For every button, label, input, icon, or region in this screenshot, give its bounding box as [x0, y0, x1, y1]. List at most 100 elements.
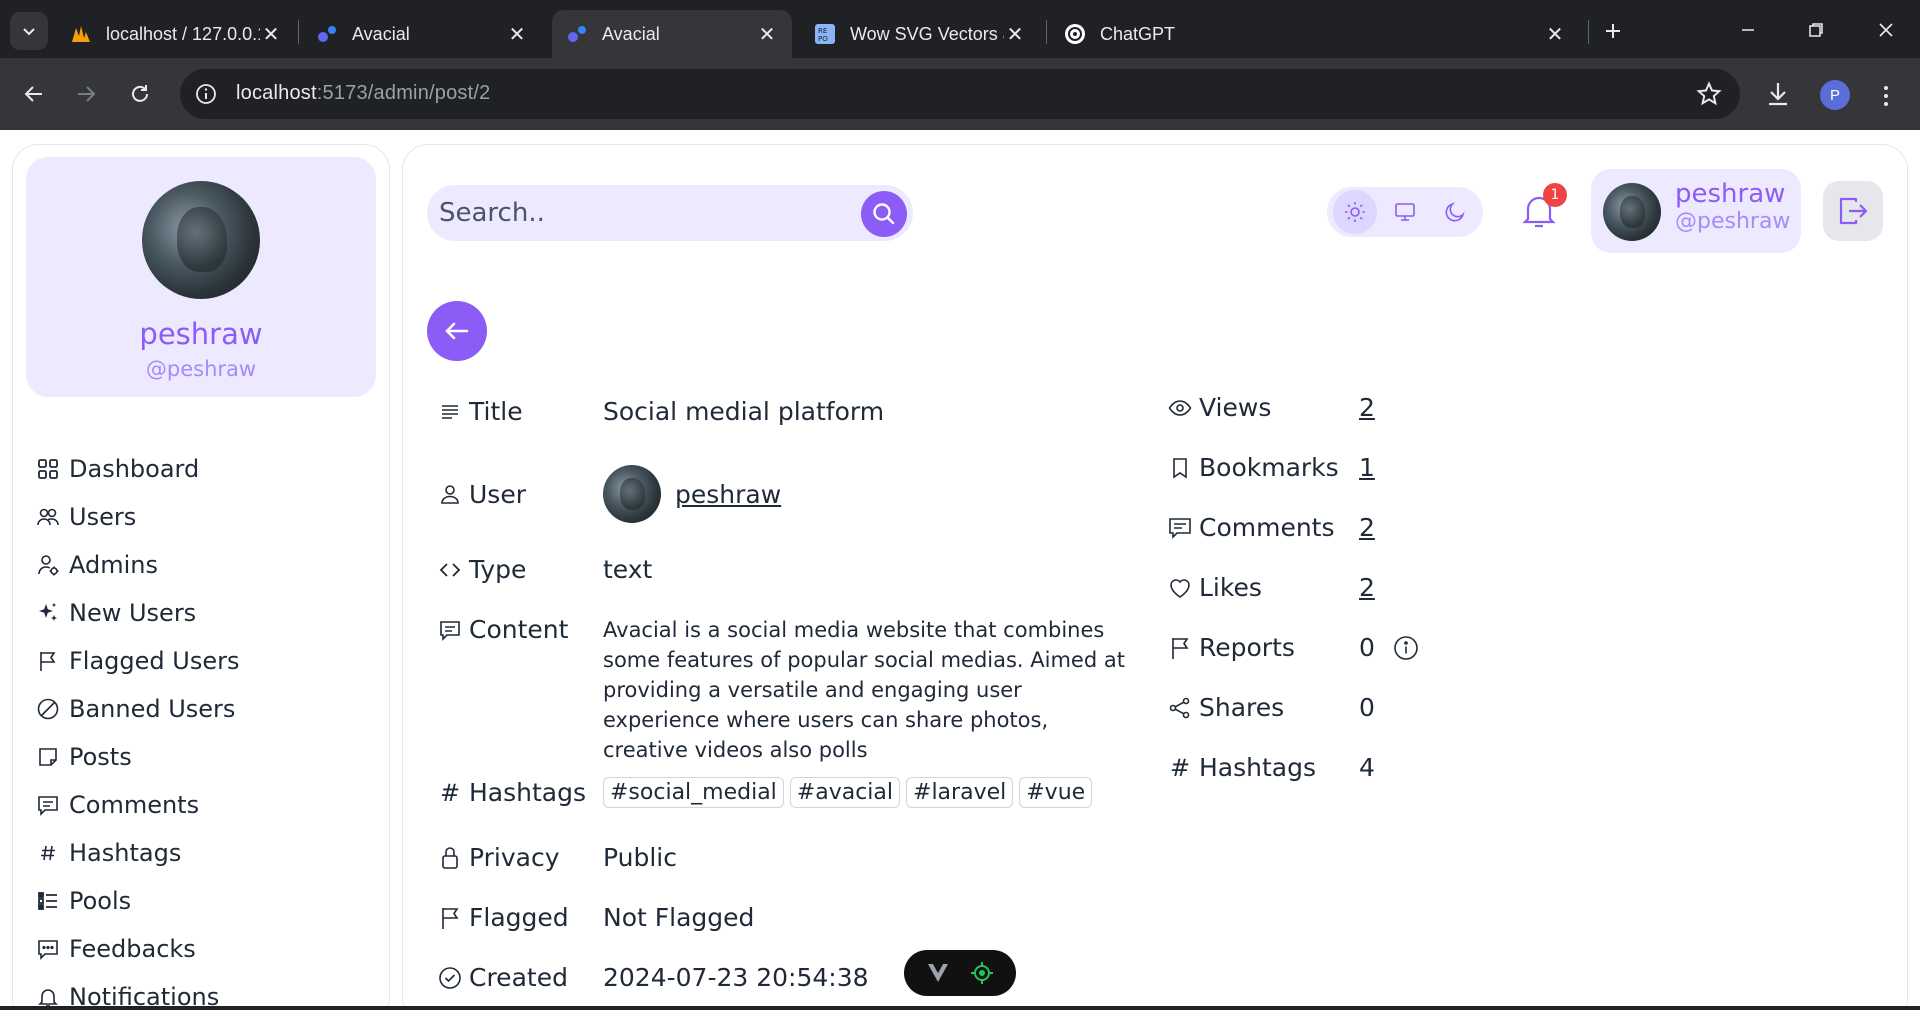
sidebar-item-new-users[interactable]: New Users: [35, 589, 375, 637]
tab-divider: [1046, 20, 1047, 44]
light-theme-button[interactable]: [1333, 190, 1377, 234]
hashtag-chip[interactable]: #vue: [1019, 777, 1093, 808]
sidebar-item-notifications[interactable]: Notifications: [35, 973, 375, 1010]
sidebar-profile-card[interactable]: peshraw @peshraw: [26, 157, 376, 397]
back-nav-button[interactable]: [14, 74, 54, 114]
sidebar-item-hashtags[interactable]: Hashtags: [35, 829, 375, 877]
back-button[interactable]: [427, 301, 487, 361]
sidebar-item-dashboard[interactable]: Dashboard: [35, 445, 375, 493]
new-tab-button[interactable]: [1596, 14, 1630, 48]
stat-label: Hashtags: [1199, 753, 1317, 782]
dark-theme-button[interactable]: [1433, 190, 1477, 234]
tab-divider: [1588, 20, 1589, 44]
search-input[interactable]: [439, 185, 839, 241]
content-label: Content: [469, 615, 569, 644]
close-icon[interactable]: ✕: [1004, 23, 1026, 46]
sidebar-item-flagged-users[interactable]: Flagged Users: [35, 637, 375, 685]
hashtag-chip[interactable]: #laravel: [906, 777, 1014, 808]
title-label: Title: [469, 397, 523, 426]
restore-button[interactable]: [1794, 10, 1838, 50]
post-content: Avacial is a social media website that c…: [603, 618, 1125, 762]
post-hashtags-row: # Hashtags #social_medial #avacial #larav…: [437, 777, 1098, 808]
browser-tab[interactable]: localhost / 127.0.0.1 / lara ✕: [56, 10, 296, 58]
sidebar-nav: Dashboard Users Admins New Users Flagged…: [35, 445, 375, 1010]
stat-value-link[interactable]: 1: [1359, 453, 1379, 482]
target-icon[interactable]: [970, 961, 994, 985]
sidebar: peshraw @peshraw Dashboard Users Admins …: [12, 144, 390, 1010]
sidebar-item-feedbacks[interactable]: Feedbacks: [35, 925, 375, 973]
forward-nav-button[interactable]: [66, 74, 106, 114]
sun-icon: [1345, 202, 1365, 222]
close-icon[interactable]: ✕: [1544, 23, 1566, 46]
stat-hashtags: # Hashtags 4: [1167, 753, 1379, 782]
browser-tab[interactable]: Avacial ✕: [302, 10, 542, 58]
profile-name: peshraw: [139, 317, 263, 351]
sidebar-item-posts[interactable]: Posts: [35, 733, 375, 781]
address-bar[interactable]: localhost:5173/admin/post/2: [180, 69, 1740, 119]
sidebar-item-comments[interactable]: Comments: [35, 781, 375, 829]
stat-value: 0: [1359, 633, 1375, 662]
avatar: [142, 181, 260, 299]
taskbar-edge: [0, 1006, 1920, 1010]
info-icon[interactable]: [1393, 635, 1419, 661]
field-label: Title: [437, 397, 603, 426]
stat-value-link[interactable]: 2: [1359, 573, 1379, 602]
browser-tab-active[interactable]: Avacial ✕: [552, 10, 792, 58]
check-circle-icon: [437, 965, 463, 991]
browser-tab[interactable]: REPO Wow SVG Vectors and Ico ✕: [800, 10, 1040, 58]
hashtag-icon: [35, 840, 61, 866]
vue-devtools-bar[interactable]: [904, 950, 1016, 996]
minimize-button[interactable]: [1726, 10, 1770, 50]
site-info-icon[interactable]: [194, 82, 218, 106]
post-user-link[interactable]: peshraw: [675, 480, 781, 509]
post-created: 2024-07-23 20:54:38: [603, 963, 869, 992]
logout-button[interactable]: [1823, 181, 1883, 241]
reload-button[interactable]: [120, 74, 160, 114]
bookmark-star-icon[interactable]: [1696, 81, 1722, 107]
stat-value-link[interactable]: 2: [1359, 393, 1379, 422]
sidebar-item-banned-users[interactable]: Banned Users: [35, 685, 375, 733]
arrow-left-icon: [24, 86, 42, 102]
eye-icon: [1167, 395, 1193, 421]
browser-tab[interactable]: ChatGPT ✕: [1050, 10, 1580, 58]
system-theme-button[interactable]: [1383, 190, 1427, 234]
flag-icon: [437, 905, 463, 931]
sidebar-item-users[interactable]: Users: [35, 493, 375, 541]
tab-title: localhost / 127.0.0.1 / lara: [106, 23, 260, 44]
user-username: @peshraw: [1675, 209, 1791, 234]
flag-status: Not Flagged: [603, 903, 755, 932]
hashtag-chip[interactable]: #social_medial: [603, 777, 784, 808]
close-window-button[interactable]: [1864, 10, 1908, 50]
close-icon[interactable]: ✕: [506, 23, 528, 46]
stat-label: Comments: [1199, 513, 1335, 542]
post-privacy: Public: [603, 843, 677, 872]
sidebar-item-label: Hashtags: [69, 839, 182, 867]
flag-icon: [35, 648, 61, 674]
post-user-row: User peshraw: [437, 465, 781, 523]
post-privacy-row: Privacy Public: [437, 843, 677, 872]
heart-icon: [1167, 575, 1193, 601]
vue-logo-icon[interactable]: [926, 962, 950, 984]
sidebar-item-pools[interactable]: Pools: [35, 877, 375, 925]
sidebar-item-label: Feedbacks: [69, 935, 196, 963]
downloads-button[interactable]: [1760, 76, 1796, 112]
sidebar-item-label: Users: [69, 503, 137, 531]
tab-search-button[interactable]: [10, 12, 48, 50]
browser-profile-avatar[interactable]: P: [1820, 80, 1850, 110]
privacy-label: Privacy: [469, 843, 560, 872]
stat-value-link[interactable]: 2: [1359, 513, 1379, 542]
sidebar-item-admins[interactable]: Admins: [35, 541, 375, 589]
tab-title: Wow SVG Vectors and Ico: [850, 23, 1004, 44]
hashtag-chip[interactable]: #avacial: [789, 777, 901, 808]
monitor-icon: [1395, 203, 1415, 221]
browser-menu-button[interactable]: [1876, 78, 1896, 114]
admin-icon: [35, 552, 61, 578]
post-type-row: Type text: [437, 555, 652, 584]
sidebar-item-label: Comments: [69, 791, 200, 819]
close-icon[interactable]: ✕: [756, 23, 778, 46]
moon-icon: [1445, 202, 1465, 222]
close-icon[interactable]: ✕: [260, 23, 282, 46]
notification-badge: 1: [1543, 183, 1567, 207]
search-button[interactable]: [861, 191, 907, 237]
user-menu[interactable]: peshraw @peshraw: [1591, 169, 1801, 253]
